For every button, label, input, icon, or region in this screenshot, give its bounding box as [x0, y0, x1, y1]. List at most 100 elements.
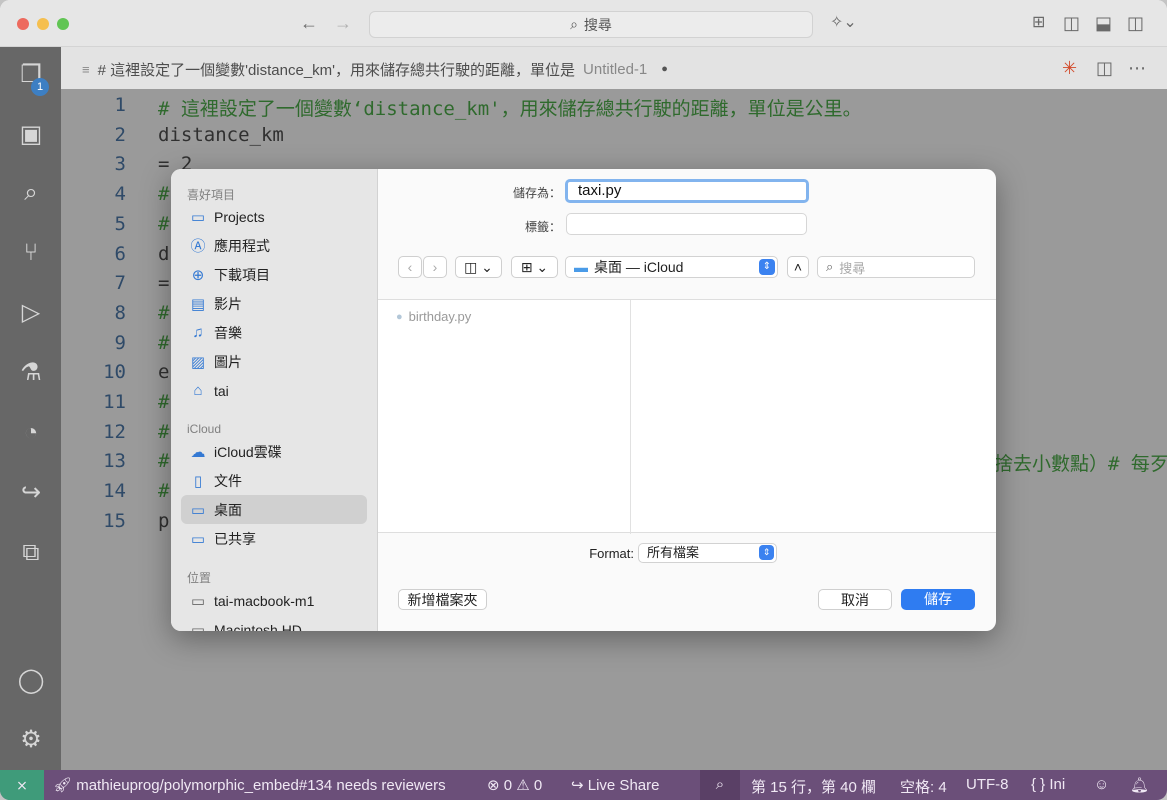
remote-indicator[interactable]: ⨯	[0, 770, 44, 800]
expand-chevron-up-icon[interactable]: ˄	[787, 256, 809, 278]
claude-icon[interactable]: ✳	[1062, 58, 1077, 78]
code-line: #	[158, 183, 170, 206]
cancel-button[interactable]: 取消	[818, 589, 892, 610]
testing-flask-icon[interactable]: ⚗	[15, 357, 47, 389]
error-icon: ⊗	[487, 777, 500, 794]
file-item[interactable]: ● birthday.py	[396, 309, 471, 324]
music-icon: ♫	[192, 324, 204, 341]
save-as-input[interactable]: taxi.py	[565, 179, 809, 203]
more-actions-icon[interactable]: ⋯	[1128, 58, 1146, 78]
sidebar-item[interactable]: ☁ iCloud雲碟	[181, 437, 367, 466]
file-name: birthday.py	[408, 309, 472, 324]
column-view-icon[interactable]: ◫ ⌄	[455, 256, 502, 278]
sidebar-item-label: iCloud雲碟	[214, 443, 282, 460]
forward-arrow-icon[interactable]: →	[334, 13, 352, 33]
save-button[interactable]: 儲存	[901, 589, 975, 610]
sidebar-item[interactable]: ▭ 桌面	[181, 495, 367, 524]
dialog-search-placeholder: 搜尋	[839, 260, 866, 276]
sidebar-item[interactable]: Ⓐ 應用程式	[181, 231, 367, 260]
copilot-status-icon[interactable]: ☺	[1094, 776, 1109, 793]
sidebar-item[interactable]: ▭ Macintosh HD	[181, 615, 367, 632]
vscode-window: ← → ⌕ 搜尋 ✧⌄ ⊞ ◫ ⬓ ◫ ❐ ▣ ⌕ ⑂ ▷ ⚗ ◔ ↪ ⧉ ◯ …	[0, 0, 1167, 800]
file-browser[interactable]: ● birthday.py	[378, 299, 996, 534]
sidebar-item[interactable]: ▭ Projects	[181, 202, 367, 231]
sidebar-item-label: tai-macbook-m1	[214, 592, 315, 609]
location-popup[interactable]: ▬ 桌面 — iCloud ⇕	[565, 256, 778, 278]
warning-count: 0	[533, 777, 543, 794]
close-window-button[interactable]	[17, 18, 29, 30]
git-graph-icon[interactable]: ◔	[15, 417, 47, 449]
error-count: 0	[503, 777, 513, 794]
customize-layout-icon[interactable]: ⊞	[1032, 13, 1045, 33]
code-line: distance_km	[158, 123, 284, 146]
rocket-icon: 🚀︎	[53, 777, 73, 794]
sidebar-item-label: Macintosh HD	[214, 621, 302, 632]
zoom-icon[interactable]: ⌕	[700, 770, 740, 800]
source-control-icon[interactable]: ⑂	[15, 237, 47, 269]
tags-input[interactable]	[566, 213, 807, 235]
unsaved-dot-icon[interactable]: ●	[661, 63, 668, 75]
code-line: #	[158, 212, 170, 235]
sidebar-item-label: 影片	[214, 295, 242, 312]
format-popup[interactable]: 所有檔案 ⇕	[638, 543, 777, 563]
extensions-icon[interactable]: ⧉	[15, 537, 47, 569]
sidebar-item[interactable]: ▭ 已共享	[181, 524, 367, 553]
dialog-search-field[interactable]: ⌕ 搜尋	[817, 256, 975, 278]
sidebar-item[interactable]: ▯ 文件	[181, 466, 367, 495]
sidebar-item[interactable]: ▤ 影片	[181, 289, 367, 318]
zoom-window-button[interactable]	[57, 18, 69, 30]
extensions-box-icon[interactable]: ▣	[15, 119, 47, 151]
search-icon[interactable]: ⌕	[15, 177, 47, 209]
toggle-secondary-sidebar-icon[interactable]: ◫	[1127, 13, 1144, 33]
icloud-header: iCloud	[187, 422, 222, 436]
python-file-icon: ●	[396, 310, 403, 323]
editor-tab[interactable]: ≡ # 這裡設定了一個變數'distance_km'，用來儲存總共行駛的距離，單…	[82, 55, 668, 83]
desktop-icon: ▭	[190, 501, 206, 519]
new-folder-button[interactable]: 新增檔案夾	[398, 589, 487, 610]
run-debug-icon[interactable]: ▷	[15, 297, 47, 329]
sidebar-item[interactable]: ▭ tai-macbook-m1	[181, 586, 367, 615]
forward-chevron-icon[interactable]: ›	[423, 256, 447, 278]
line-number: 3	[114, 153, 126, 176]
copilot-icon[interactable]: ✧⌄	[830, 13, 857, 33]
account-icon[interactable]: ◯	[15, 665, 47, 697]
disk-icon: ▭	[190, 621, 206, 632]
live-share-icon[interactable]: ↪	[15, 477, 47, 509]
code-line: #	[158, 480, 170, 503]
split-editor-icon[interactable]: ◫	[1096, 58, 1113, 78]
indentation-status[interactable]: 空格: 4	[900, 776, 947, 797]
home-icon: ⌂	[193, 382, 203, 399]
back-chevron-icon[interactable]: ‹	[398, 256, 422, 278]
toggle-primary-sidebar-icon[interactable]: ◫	[1063, 13, 1080, 33]
repo-status[interactable]: 🚀︎ mathieuprog/polymorphic_embed#134 nee…	[53, 776, 446, 794]
live-share-status-icon: ↪	[571, 777, 584, 794]
cursor-position[interactable]: 第 15 行，第 40 欄	[751, 776, 876, 797]
sidebar-item[interactable]: ♫ 音樂	[181, 318, 367, 347]
line-number: 11	[103, 391, 126, 413]
sidebar-item[interactable]: ⊕ 下載項目	[181, 260, 367, 289]
remote-icon: ⨯	[16, 777, 28, 793]
minimize-window-button[interactable]	[37, 18, 49, 30]
sidebar-item[interactable]: ⌂ tai	[181, 376, 367, 405]
problems-status[interactable]: ⊗ 0 ⚠ 0	[487, 776, 542, 794]
code-line: #	[158, 420, 170, 443]
line-number: 9	[114, 331, 126, 354]
sidebar-item-label: 已共享	[214, 530, 256, 547]
code-line: #	[158, 450, 170, 473]
code-line: #	[158, 391, 170, 413]
sidebar-item[interactable]: ▨ 圖片	[181, 347, 367, 376]
encoding-status[interactable]: UTF-8	[966, 776, 1009, 793]
lines-icon: ≡	[82, 61, 90, 77]
toggle-panel-icon[interactable]: ⬓	[1095, 13, 1112, 33]
language-mode[interactable]: { } Ini	[1031, 776, 1065, 793]
settings-gear-icon[interactable]: ⚙	[15, 724, 47, 756]
column-divider[interactable]	[630, 300, 631, 534]
line-number: 6	[114, 242, 126, 265]
line-number: 2	[114, 123, 126, 146]
group-view-icon[interactable]: ⊞ ⌄	[511, 256, 558, 278]
back-arrow-icon[interactable]: ←	[300, 13, 318, 33]
command-center-search[interactable]: ⌕ 搜尋	[369, 11, 813, 38]
live-share-status[interactable]: ↪ Live Share	[571, 776, 659, 794]
notifications-bell-icon[interactable]: 🔔︎	[1130, 776, 1149, 794]
sidebar-item-label: Projects	[214, 208, 265, 225]
